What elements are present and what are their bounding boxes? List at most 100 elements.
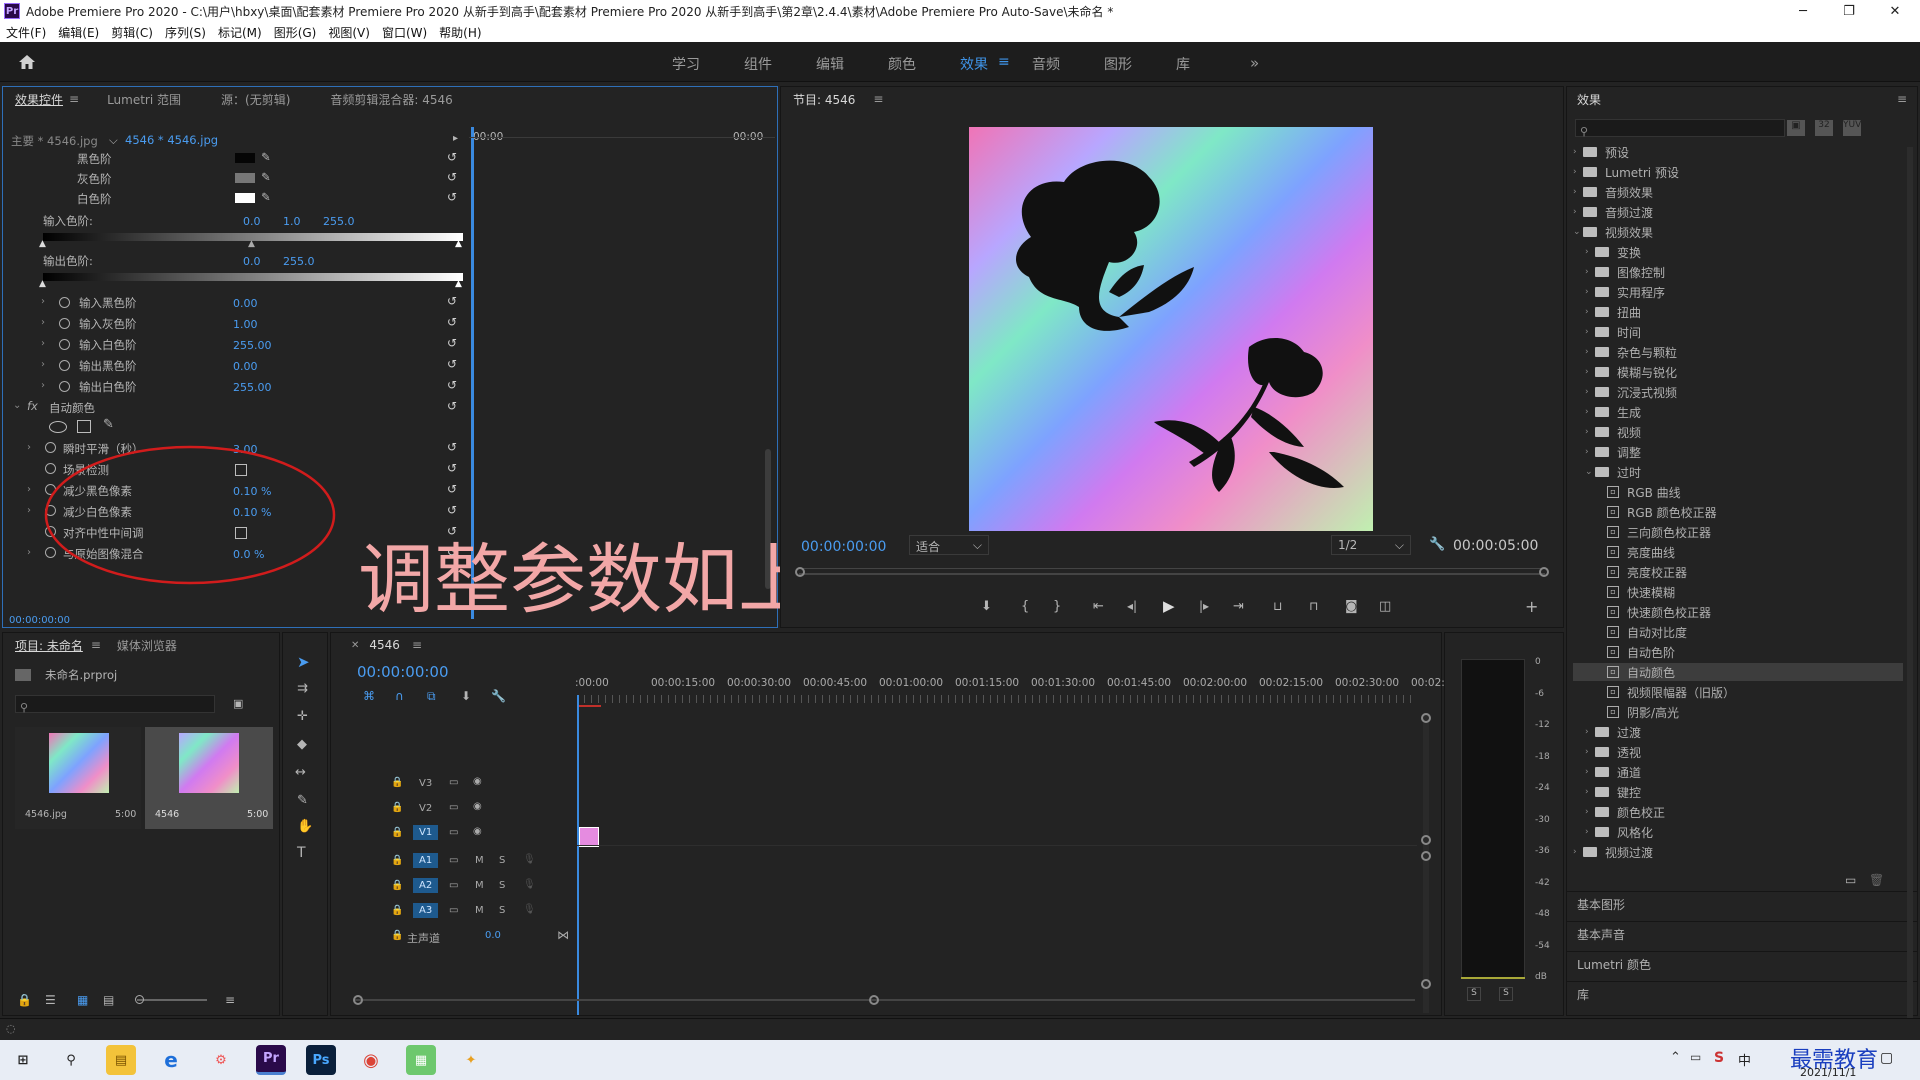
expand-chevron-icon[interactable]: › bbox=[1585, 787, 1595, 797]
expand-chevron-icon[interactable]: › bbox=[1585, 447, 1595, 457]
menu-edit[interactable]: 编辑(E) bbox=[58, 24, 99, 41]
project-item-card-selected[interactable]: 4546 5:00 bbox=[145, 727, 273, 829]
lock-icon[interactable]: 🔒 bbox=[17, 993, 32, 1007]
mic-icon[interactable]: 🎙 bbox=[523, 879, 536, 890]
new-bin-icon[interactable]: ▭ bbox=[1845, 873, 1856, 887]
play-icon[interactable]: ▶ bbox=[1163, 597, 1175, 615]
reset-icon[interactable]: ↺ bbox=[447, 400, 459, 412]
expand-chevron-icon[interactable]: › bbox=[1585, 727, 1595, 737]
eye-icon[interactable]: ◉ bbox=[473, 826, 482, 837]
camera-icon[interactable]: ◙ bbox=[1345, 599, 1358, 614]
zoom-handle-right[interactable] bbox=[1539, 567, 1549, 577]
expand-chevron-icon[interactable]: › bbox=[41, 296, 45, 307]
track-label-v1[interactable]: V1 bbox=[413, 825, 439, 840]
tray-chevron-icon[interactable]: ⌃ bbox=[1670, 1050, 1681, 1065]
param-value[interactable]: 255.00 bbox=[233, 339, 272, 352]
vscroll-handle-mid[interactable] bbox=[1421, 835, 1431, 845]
close-tab-icon[interactable]: ✕ bbox=[351, 640, 359, 651]
expand-chevron-icon[interactable]: › bbox=[1585, 807, 1595, 817]
section-lumetri-color[interactable]: Lumetri 颜色 bbox=[1567, 951, 1917, 977]
mark-out-icon[interactable]: } bbox=[1053, 599, 1061, 614]
more-workspaces-icon[interactable]: » bbox=[1250, 54, 1259, 72]
collapse-chevron-icon[interactable]: ⌄ bbox=[1573, 227, 1583, 237]
timeline-vscroll[interactable] bbox=[1423, 713, 1429, 1013]
track-label-v3[interactable]: V3 bbox=[415, 777, 436, 790]
effect-folder[interactable]: › 键控 bbox=[1573, 783, 1903, 801]
effect-item[interactable]: ▫ 三向颜色校正器 bbox=[1573, 523, 1903, 541]
yuv-effects-icon[interactable]: YUV bbox=[1843, 120, 1861, 136]
timeline-menu-icon[interactable]: ≡ bbox=[412, 638, 422, 652]
sync-lock-icon[interactable]: ▭ bbox=[449, 802, 458, 813]
step-back-icon[interactable]: ◂| bbox=[1127, 599, 1137, 613]
tab-effect-controls[interactable]: 效果控件 bbox=[15, 91, 63, 108]
menu-help[interactable]: 帮助(H) bbox=[439, 24, 481, 41]
output-levels-gradient[interactable] bbox=[43, 273, 463, 281]
go-to-out-icon[interactable]: ⇥ bbox=[1233, 599, 1244, 614]
slip-tool-icon[interactable]: ↔ bbox=[295, 765, 306, 780]
vscroll-handle-bottom[interactable] bbox=[1421, 979, 1431, 989]
effect-item[interactable]: ▫ 快速模糊 bbox=[1573, 583, 1903, 601]
list-view-icon[interactable]: ☰ bbox=[45, 993, 56, 1007]
linked-selection-icon[interactable]: ⧉ bbox=[427, 689, 436, 704]
track-label-a2[interactable]: A2 bbox=[413, 878, 439, 893]
pen-mask-icon[interactable]: ✎ bbox=[103, 417, 114, 432]
selection-tool-icon[interactable]: ➤ bbox=[297, 653, 310, 671]
input-black-slider-icon[interactable]: ▲ bbox=[39, 239, 46, 249]
expand-chevron-icon[interactable]: › bbox=[41, 317, 45, 328]
mic-icon[interactable]: 🎙 bbox=[523, 904, 536, 915]
section-libraries[interactable]: 库 bbox=[1567, 981, 1917, 1007]
timeline-hscroll[interactable] bbox=[355, 999, 1415, 1001]
timeline-ruler[interactable]: :00:00 00:00:15:00 00:00:30:00 00:00:45:00 0… bbox=[575, 677, 1462, 695]
media-app-icon[interactable]: ▦ bbox=[406, 1045, 436, 1075]
mic-icon[interactable]: 🎙 bbox=[523, 854, 536, 865]
effect-item[interactable]: ▫ RGB 曲线 bbox=[1573, 483, 1903, 501]
tab-menu-icon[interactable]: ≡ bbox=[69, 92, 79, 106]
lock-track-icon[interactable]: 🔒 bbox=[391, 827, 403, 838]
input-gray-slider-icon[interactable]: ▲ bbox=[248, 239, 255, 249]
effect-item[interactable]: ▫ 阴影/高光 bbox=[1573, 703, 1903, 721]
play-only-icon[interactable]: ▸ bbox=[453, 133, 458, 144]
effect-folder[interactable]: › Lumetri 预设 bbox=[1573, 163, 1903, 181]
project-item-card[interactable]: 4546.jpg 5:00 bbox=[15, 727, 141, 829]
sync-lock-icon[interactable]: ▭ bbox=[449, 855, 458, 866]
chrome-icon[interactable]: ◉ bbox=[356, 1045, 386, 1075]
master-end-icon[interactable]: ⋈ bbox=[557, 928, 569, 942]
app-icon[interactable]: ⚙ bbox=[206, 1045, 236, 1075]
effect-folder[interactable]: › 视频过渡 bbox=[1573, 843, 1903, 861]
solo-button[interactable]: S bbox=[499, 880, 505, 891]
tab-project[interactable]: 项目: 未命名 bbox=[15, 637, 83, 654]
tab-audio-mixer[interactable]: 音频剪辑混合器: 4546 bbox=[330, 91, 452, 108]
section-essential-graphics[interactable]: 基本图形 bbox=[1567, 891, 1917, 917]
collapse-chevron-icon[interactable]: ⌄ bbox=[1585, 467, 1595, 477]
effect-folder[interactable]: › 音频过渡 bbox=[1573, 203, 1903, 221]
edge-icon[interactable]: e bbox=[156, 1045, 186, 1075]
collapse-chevron-icon[interactable]: ⌄ bbox=[13, 400, 21, 411]
track-label-v2[interactable]: V2 bbox=[415, 802, 436, 815]
expand-chevron-icon[interactable]: › bbox=[1573, 187, 1583, 197]
workspace-assembly[interactable]: 组件 bbox=[744, 54, 772, 74]
expand-chevron-icon[interactable]: › bbox=[1573, 847, 1583, 857]
hand-tool-icon[interactable]: ✋ bbox=[297, 819, 313, 834]
project-menu-icon[interactable]: ≡ bbox=[91, 638, 101, 652]
effect-folder[interactable]: › 杂色与颗粒 bbox=[1573, 343, 1903, 361]
step-forward-icon[interactable]: |▸ bbox=[1199, 599, 1209, 613]
effect-folder[interactable]: › 通道 bbox=[1573, 763, 1903, 781]
param-value[interactable]: 1.00 bbox=[233, 318, 258, 331]
32bit-effects-icon[interactable]: 32 bbox=[1815, 120, 1833, 136]
param-value[interactable]: 0.00 bbox=[233, 297, 258, 310]
expand-chevron-icon[interactable]: › bbox=[1585, 367, 1595, 377]
comparison-view-icon[interactable]: ◫ bbox=[1379, 599, 1391, 614]
expand-chevron-icon[interactable]: › bbox=[1585, 327, 1595, 337]
effect-item[interactable]: ▫ RGB 颜色校正器 bbox=[1573, 503, 1903, 521]
expand-chevron-icon[interactable]: › bbox=[1585, 247, 1595, 257]
output-white-slider-icon[interactable]: ▲ bbox=[455, 279, 462, 289]
workspace-learn[interactable]: 学习 bbox=[672, 54, 700, 74]
solo-button[interactable]: S bbox=[499, 855, 505, 866]
program-timecode[interactable]: 00:00:00:00 bbox=[801, 539, 886, 555]
start-icon[interactable]: ⊞ bbox=[8, 1045, 38, 1075]
mute-button[interactable]: M bbox=[475, 880, 484, 891]
clip-dropdown-icon[interactable]: ⌵ bbox=[109, 133, 118, 148]
param-value[interactable]: 255.00 bbox=[233, 381, 272, 394]
expand-chevron-icon[interactable]: › bbox=[27, 442, 31, 453]
eye-icon[interactable]: ◉ bbox=[473, 776, 482, 787]
